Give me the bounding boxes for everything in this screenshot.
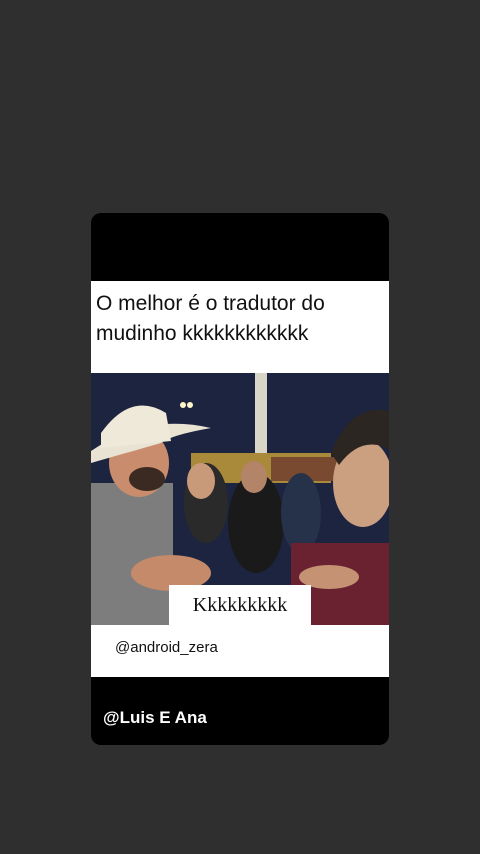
caption-text: O melhor é o tradutor do mudinho kkkkkkk… [96, 292, 325, 345]
caption-panel: O melhor é o tradutor do mudinho kkkkkkk… [91, 281, 389, 373]
credit-handle[interactable]: @Luis E Ana [103, 708, 207, 728]
subtitle-text: Kkkkkkkkk [192, 594, 288, 616]
watermark-panel: @android_zera [91, 625, 389, 677]
subtitle-box: Kkkkkkkkk [169, 585, 311, 625]
watermark-handle: @android_zera [115, 639, 218, 656]
story-card: O melhor é o tradutor do mudinho kkkkkkk… [91, 213, 389, 745]
